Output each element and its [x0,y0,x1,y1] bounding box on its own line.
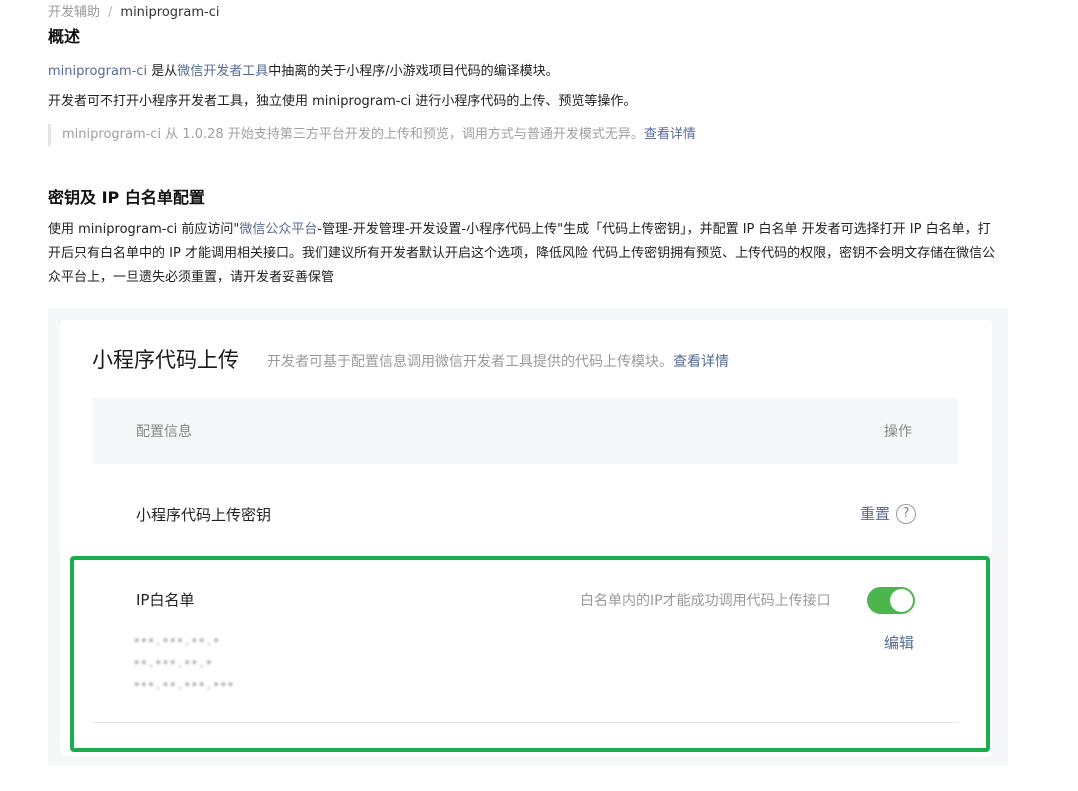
header-action: 操作 [884,424,912,440]
card-details-link[interactable]: 查看详情 [673,354,729,370]
overview-line-1: miniprogram-ci 是从微信开发者工具中抽离的关于小程序/小游戏项目代… [48,60,559,79]
third-party-note: miniprogram-ci 从 1.0.28 开始支持第三方平台开发的上传和预… [48,124,696,146]
overview-line-1-text-a: 是从 [147,64,178,79]
key-section-paragraph: 使用 miniprogram-ci 前应访问"微信公众平台-管理-开发管理-开发… [48,218,1003,290]
ip-address: •••.••.•••.••• [133,678,235,692]
reset-key-button[interactable]: 重置 [860,503,890,524]
card-title: 小程序代码上传 [92,348,239,372]
edit-ip-whitelist-button[interactable]: 编辑 [884,632,914,653]
key-section-text-a: 使用 miniprogram-ci 前应访问" [48,222,240,237]
key-section-heading: 密钥及 IP 白名单配置 [48,188,205,207]
overview-line-2: 开发者可不打开小程序开发者工具，独立使用 miniprogram-ci 进行小程… [48,94,637,109]
row-divider [92,722,958,723]
mp-platform-link[interactable]: 微信公众平台 [239,222,317,237]
ip-whitelist-description: 白名单内的IP才能成功调用代码上传接口 [580,593,831,609]
table-header [92,398,958,464]
upload-key-label: 小程序代码上传密钥 [136,506,272,524]
card-description: 开发者可基于配置信息调用微信开发者工具提供的代码上传模块。查看详情 [267,351,729,371]
header-config: 配置信息 [136,424,192,440]
overview-line-1-text-b: 中抽离的关于小程序/小游戏项目代码的编译模块。 [268,64,559,79]
ip-address: •••.•••.••.• [133,634,220,648]
ip-whitelist-toggle[interactable] [867,587,915,614]
help-icon[interactable]: ? [896,503,917,524]
breadcrumb-parent-link[interactable]: 开发辅助 [48,5,100,20]
breadcrumb-current: miniprogram-ci [120,5,220,20]
breadcrumb: 开发辅助 / miniprogram-ci [48,1,219,20]
upload-key-actions: 重置 ? [860,503,917,524]
card-description-text: 开发者可基于配置信息调用微信开发者工具提供的代码上传模块。 [267,354,673,370]
overview-heading: 概述 [48,27,81,46]
toggle-knob [890,589,913,612]
devtools-link[interactable]: 微信开发者工具 [177,64,268,79]
ip-list: •••.•••.••.• ••.•••.••.• •••.••.•••.••• [133,630,234,696]
miniprogram-ci-link[interactable]: miniprogram-ci [48,64,147,79]
ip-whitelist-label: IP白名单 [136,591,195,609]
ip-address: ••.•••.••.• [133,656,213,670]
breadcrumb-separator: / [108,5,113,20]
third-party-note-text: miniprogram-ci 从 1.0.28 开始支持第三方平台开发的上传和预… [62,127,644,142]
note-details-link[interactable]: 查看详情 [644,127,696,142]
